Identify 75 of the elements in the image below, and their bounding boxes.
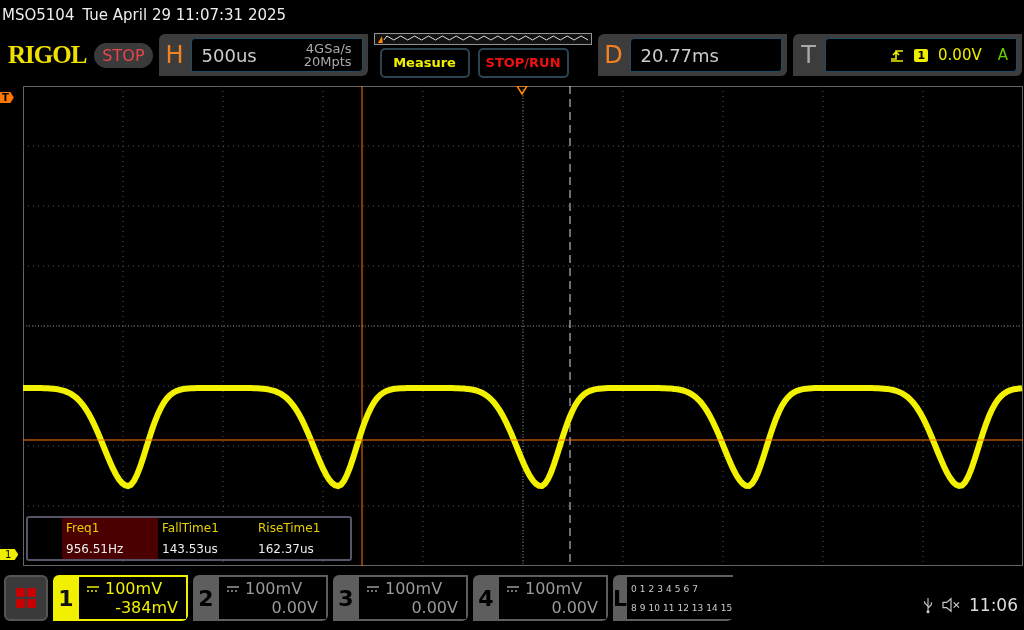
trigger-level: 0.00V xyxy=(938,46,982,64)
channel-number: 1 xyxy=(57,584,75,613)
bit-number: 0 xyxy=(631,583,637,594)
measurement-item[interactable]: Freq1 956.51Hz xyxy=(62,518,158,559)
channel-offset: 0.00V xyxy=(551,598,598,617)
measurement-name: RiseTime1 xyxy=(258,521,322,536)
trigger-mode: A xyxy=(997,46,1008,64)
bit-number: 7 xyxy=(692,583,698,594)
run-state-badge: STOP xyxy=(94,42,153,68)
bit-number: 6 xyxy=(683,583,690,594)
channel-marker[interactable]: 1 xyxy=(0,549,19,560)
bit-number: 3 xyxy=(657,583,663,594)
trigger-position-icon[interactable] xyxy=(515,86,529,96)
channel-scale: 100mV xyxy=(385,579,443,598)
dc-coupling-icon xyxy=(87,585,99,592)
delay-value: 20.77ms xyxy=(640,44,719,66)
measurement-name: Freq1 xyxy=(66,521,101,536)
channel-offset: 0.00V xyxy=(411,598,458,617)
channel-scale: 100mV xyxy=(245,579,303,598)
measurement-item[interactable]: RiseTime1 162.37us xyxy=(254,518,350,559)
date-time: Tue April 29 11:07:31 2025 xyxy=(82,6,287,24)
sample-rate: 4GSa/s xyxy=(305,42,352,55)
channel-panel[interactable]: 2 100mV 0.00V xyxy=(193,575,328,621)
dc-coupling-icon xyxy=(507,585,519,592)
trigger-level-marker[interactable]: T xyxy=(0,92,14,103)
usb-icon xyxy=(923,596,933,614)
bit-number: 11 xyxy=(662,602,675,613)
measurement-item[interactable]: FallTime1 143.53us xyxy=(158,518,254,559)
channel-panel[interactable]: 1 100mV -384mV xyxy=(53,575,188,621)
cursor-line[interactable] xyxy=(361,86,363,566)
bit-number: 14 xyxy=(706,602,718,613)
measurement-value: 956.51Hz xyxy=(66,541,125,556)
horizontal-label: H xyxy=(164,41,185,69)
dc-coupling-icon xyxy=(227,585,239,592)
measurement-value: 162.37us xyxy=(258,541,315,556)
measurement-value: 143.53us xyxy=(162,541,219,556)
trigger-panel[interactable]: T 1 0.00V A xyxy=(792,34,1022,76)
delay-panel[interactable]: D 20.77ms xyxy=(597,34,787,76)
channel-scale: 100mV xyxy=(525,579,583,598)
trigger-label: T xyxy=(800,41,817,69)
bit-number: 8 xyxy=(631,602,637,613)
brand-logo: RIGOL xyxy=(8,41,87,69)
channel-number: 2 xyxy=(197,584,215,613)
model-name: MSO5104 xyxy=(2,6,75,24)
dc-coupling-icon xyxy=(367,585,379,592)
channel-number: 4 xyxy=(477,584,495,613)
trigger-source: 1 xyxy=(914,48,929,62)
grid-icon xyxy=(15,587,37,609)
channel-number: 3 xyxy=(337,584,355,613)
bit-number: 10 xyxy=(648,602,660,613)
delay-label: D xyxy=(603,41,624,69)
status-time: 11:06 xyxy=(969,595,1018,615)
speaker-mute-icon xyxy=(941,597,961,613)
channel-scale: 100mV xyxy=(105,579,163,598)
channel-panel[interactable]: 3 100mV 0.00V xyxy=(333,575,468,621)
measurement-name: FallTime1 xyxy=(162,521,220,536)
bit-number: 13 xyxy=(691,602,704,613)
channel-offset: 0.00V xyxy=(271,598,318,617)
rising-edge-icon xyxy=(890,48,905,62)
bit-number: 12 xyxy=(677,602,689,613)
bit-number: 1 xyxy=(639,583,646,594)
bit-number: 2 xyxy=(648,583,655,594)
bit-number: 15 xyxy=(720,602,733,613)
channel-offset: -384mV xyxy=(115,598,178,617)
horizontal-panel[interactable]: H 500us 4GSa/s 20Mpts xyxy=(158,34,368,76)
channel-panel[interactable]: 4 100mV 0.00V xyxy=(473,575,608,621)
memory-depth: 20Mpts xyxy=(303,55,352,68)
logic-label: L xyxy=(613,584,628,613)
bit-number: 4 xyxy=(665,583,672,594)
bit-number: 5 xyxy=(674,583,681,594)
measure-button[interactable]: Measure xyxy=(379,47,470,78)
stop-run-button[interactable]: STOP/RUN xyxy=(477,47,569,78)
timebase-value: 500us xyxy=(201,44,257,66)
bit-number: 9 xyxy=(639,602,646,613)
waveform-overview-icon xyxy=(373,32,592,45)
